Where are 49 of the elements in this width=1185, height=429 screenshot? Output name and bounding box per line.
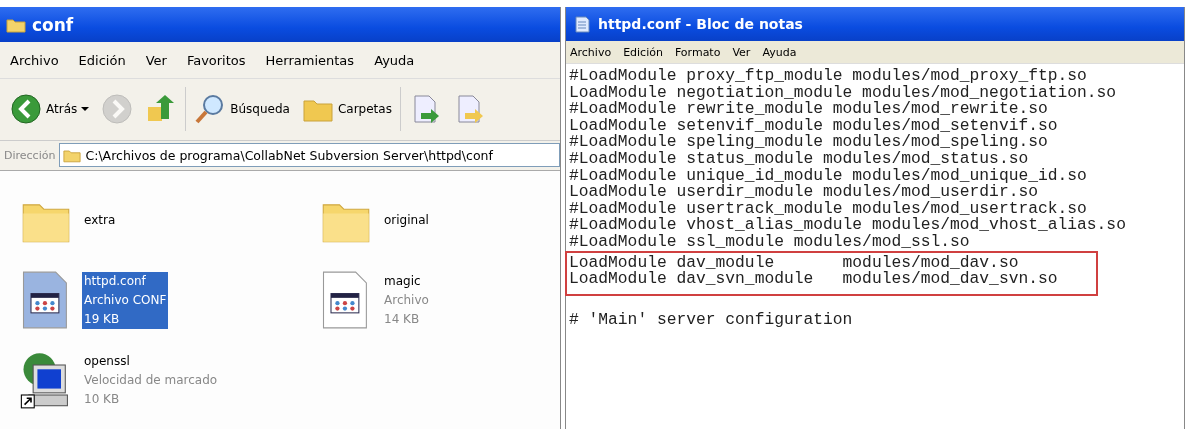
file-label[interactable]: httpd.conf Archivo CONF 19 KB: [82, 271, 169, 329]
menu-item[interactable]: Ayuda: [374, 52, 415, 68]
code-line: #LoadModule unique_id_module modules/mod_unique_id.so: [569, 167, 1088, 185]
menu-item[interactable]: Edición: [623, 45, 663, 59]
dropdown-caret-icon: [81, 107, 90, 112]
menu-item[interactable]: Ver: [145, 52, 167, 68]
file-type: Archivo: [384, 291, 429, 309]
menu-item[interactable]: Archivo: [10, 52, 59, 68]
code-line: #LoadModule status_module modules/mod_status.so: [569, 150, 1029, 168]
window-title: conf: [32, 14, 74, 35]
file-name: httpd.conf: [84, 272, 147, 290]
menu-item[interactable]: Archivo: [570, 45, 612, 59]
file-label[interactable]: extra: [82, 210, 118, 230]
code-line: # 'Main' server configuration: [569, 312, 854, 329]
file-label[interactable]: magic Archivo 14 KB: [382, 271, 431, 329]
menu-item[interactable]: Ayuda: [762, 45, 797, 59]
toolbar-button[interactable]: Carpetas: [297, 91, 396, 128]
code-line: LoadModule setenvif_module modules/mod_setenvif.so: [569, 117, 1059, 135]
code-line: #LoadModule rewrite_module modules/mod_rewrite.so: [569, 101, 1048, 118]
window-title: httpd.conf - Bloc de notas: [598, 16, 803, 32]
code-line: #LoadModule ssl_module modules/mod_ssl.so: [569, 233, 971, 251]
menu-item[interactable]: Herramientas: [265, 52, 355, 68]
address-label: Dirección: [4, 148, 56, 162]
code-line: LoadModule dav_module modules/mod_dav.so: [569, 254, 1019, 272]
code-line: #LoadModule proxy_ftp_module modules/mod_proxy_ftp.so: [569, 68, 1088, 85]
menu-item[interactable]: Edición: [78, 52, 126, 68]
notepad-icon: [572, 15, 592, 33]
file-type: Archivo CONF: [84, 291, 167, 309]
file-name: openssl: [84, 352, 131, 370]
toolbar-button[interactable]: Búsqueda: [190, 91, 294, 128]
code-line: #LoadModule usertrack_module modules/mod_usertrack.so: [569, 200, 1087, 218]
file-label[interactable]: openssl Velocidad de marcado 10 KB: [82, 351, 220, 409]
file-size: 19 KB: [84, 310, 121, 328]
folder-icon: [63, 147, 82, 163]
code-line: LoadModule userdir_module modules/mod_userdir.so: [569, 184, 1038, 201]
file-label[interactable]: original: [382, 210, 431, 230]
code-line: LoadModule dav_svn_module modules/mod_dav_svn.so: [569, 271, 1059, 288]
file-name: magic: [384, 272, 422, 290]
file-type: Velocidad de marcado: [84, 371, 218, 389]
code-line: #LoadModule vhost_alias_module modules/mod_vhost_alias.so: [569, 217, 1127, 234]
toolbar-button[interactable]: Atrás: [6, 91, 94, 128]
menu-item[interactable]: Ver: [732, 45, 751, 59]
code-line: LoadModule negotiation_module modules/mod_negotiation.so: [569, 84, 1118, 102]
file-size: 10 KB: [84, 390, 121, 408]
menu-item[interactable]: Favoritos: [186, 52, 246, 68]
code-line: #LoadModule speling_module modules/mod_speling.so: [569, 134, 1049, 151]
menu-item[interactable]: Formato: [674, 45, 721, 59]
address-field[interactable]: C:\Archivos de programa\CollabNet Subversion Server\httpd\conf: [59, 143, 560, 168]
file-size: 14 KB: [384, 310, 421, 328]
